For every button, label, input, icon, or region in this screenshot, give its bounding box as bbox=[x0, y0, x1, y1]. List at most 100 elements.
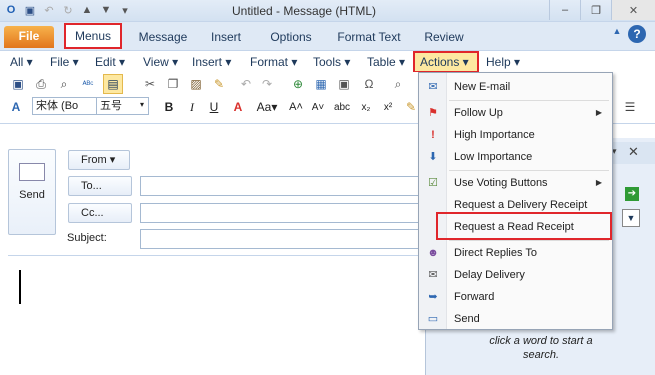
text-cursor bbox=[19, 270, 21, 304]
subscript-icon[interactable]: x₂ bbox=[358, 99, 374, 115]
numbering-icon[interactable]: ☰ bbox=[622, 99, 638, 115]
menu-file[interactable]: File ▾ bbox=[50, 54, 79, 70]
menu-item-direct-replies[interactable]: ☻ Direct Replies To bbox=[419, 242, 612, 264]
format-icon[interactable]: A bbox=[8, 99, 24, 115]
close-button[interactable]: ✕ bbox=[611, 0, 655, 20]
print-preview-icon[interactable]: ⌕ bbox=[56, 76, 72, 92]
hyperlink-icon[interactable]: ⊕ bbox=[290, 76, 306, 92]
menu-item-label: Forward bbox=[454, 291, 495, 303]
shrink-font-icon[interactable]: A˅ bbox=[310, 99, 326, 115]
message-body[interactable] bbox=[8, 255, 418, 375]
strikethrough-icon[interactable]: abc bbox=[334, 99, 350, 115]
zoom-icon[interactable]: ⌕ bbox=[390, 76, 406, 92]
redo-icon[interactable]: ↷ bbox=[259, 76, 275, 92]
undo-icon[interactable]: ↶ bbox=[238, 76, 254, 92]
restore-button[interactable]: ❐ bbox=[580, 0, 611, 20]
send-label: Send bbox=[19, 189, 45, 201]
tab-insert[interactable]: Insert bbox=[203, 27, 249, 47]
menu-item-label: High Importance bbox=[454, 129, 535, 141]
quick-access-toolbar: O ▣ ↶ ↻ ▲ ▼ ▾ bbox=[4, 3, 132, 17]
save-icon[interactable]: ▣ bbox=[10, 76, 26, 92]
menu-item-low-importance[interactable]: ⬇ Low Importance bbox=[419, 146, 612, 168]
underline-button[interactable]: U bbox=[206, 99, 222, 115]
menu-item-high-importance[interactable]: ! High Importance bbox=[419, 124, 612, 146]
menu-separator bbox=[449, 100, 609, 101]
menu-actions[interactable]: Actions ▾ bbox=[413, 51, 479, 73]
send-envelope-icon bbox=[19, 163, 45, 181]
tab-menus[interactable]: Menus bbox=[64, 23, 122, 49]
redo-icon[interactable]: ↻ bbox=[61, 3, 75, 17]
menu-edit[interactable]: Edit ▾ bbox=[95, 54, 125, 70]
help-icon[interactable]: ? bbox=[628, 25, 646, 43]
italic-button[interactable]: I bbox=[184, 99, 200, 115]
print-icon[interactable]: ⎙ bbox=[33, 76, 49, 92]
symbol-icon[interactable]: Ω bbox=[361, 76, 377, 92]
font-color-icon[interactable]: A bbox=[230, 99, 246, 115]
minimize-button[interactable]: – bbox=[549, 0, 580, 20]
menu-item-new-email[interactable]: ✉ New E-mail bbox=[419, 76, 612, 98]
menu-item-label: Send bbox=[454, 313, 480, 325]
bold-button[interactable]: B bbox=[161, 99, 177, 115]
to-field[interactable] bbox=[140, 176, 420, 196]
flag-icon: ⚑ bbox=[428, 107, 438, 119]
subject-label: Subject: bbox=[67, 232, 107, 244]
pane-close-icon[interactable]: ✕ bbox=[628, 144, 642, 160]
submenu-arrow-icon: ▶ bbox=[595, 108, 602, 117]
paste-icon[interactable]: ▨ bbox=[188, 76, 204, 92]
tab-message[interactable]: Message bbox=[133, 27, 193, 47]
outlook-logo-icon: O bbox=[6, 4, 16, 16]
menu-insert[interactable]: Insert ▾ bbox=[192, 54, 231, 70]
menu-help[interactable]: Help ▾ bbox=[486, 54, 520, 70]
superscript-icon[interactable]: x² bbox=[380, 99, 396, 115]
menu-item-forward[interactable]: ➥ Forward bbox=[419, 286, 612, 308]
save-icon[interactable]: ▣ bbox=[23, 3, 37, 17]
menu-separator bbox=[449, 240, 609, 241]
tab-review[interactable]: Review bbox=[418, 27, 470, 47]
menu-item-delay-delivery[interactable]: ✉ Delay Delivery bbox=[419, 264, 612, 286]
customize-qat-icon[interactable]: ▾ bbox=[118, 3, 132, 17]
go-search-icon[interactable]: ➔ bbox=[625, 187, 639, 201]
actions-dropdown-menu: ✉ New E-mail ⚑ Follow Up ▶ ! High Import… bbox=[418, 72, 613, 330]
copy-icon[interactable]: ❐ bbox=[165, 76, 181, 92]
cut-icon[interactable]: ✂ bbox=[142, 76, 158, 92]
voting-icon: ☑ bbox=[428, 177, 438, 189]
format-painter-icon[interactable]: ✎ bbox=[211, 76, 227, 92]
table-icon[interactable]: ▦ bbox=[313, 76, 329, 92]
pane-options-icon[interactable]: ▾ bbox=[612, 146, 626, 157]
menu-tools[interactable]: Tools ▾ bbox=[313, 54, 350, 70]
menu-item-voting-buttons[interactable]: ☑ Use Voting Buttons ▶ bbox=[419, 172, 612, 194]
classic-menu-bar: All ▾ File ▾ Edit ▾ View ▾ Insert ▾ Form… bbox=[0, 50, 655, 73]
spelling-icon[interactable]: ᴬᴮᶜ bbox=[80, 76, 96, 92]
menu-all[interactable]: All ▾ bbox=[10, 54, 33, 70]
insert-picture-icon[interactable]: ▣ bbox=[336, 76, 352, 92]
menu-item-label: New E-mail bbox=[454, 81, 511, 93]
menu-item-follow-up[interactable]: ⚑ Follow Up ▶ bbox=[419, 102, 612, 124]
cc-field[interactable] bbox=[140, 203, 420, 223]
change-case-icon[interactable]: Aa▾ bbox=[255, 99, 279, 115]
next-item-icon[interactable]: ▼ bbox=[99, 3, 113, 17]
address-book-icon[interactable]: ▤ bbox=[103, 74, 123, 94]
send-button[interactable]: Send bbox=[8, 149, 56, 235]
menu-format[interactable]: Format ▾ bbox=[250, 54, 297, 70]
source-dropdown-icon[interactable]: ▼ bbox=[622, 209, 640, 227]
menu-item-send[interactable]: ▭ Send bbox=[419, 308, 612, 330]
to-button[interactable]: To... bbox=[68, 176, 132, 196]
menu-item-label: Low Importance bbox=[454, 151, 533, 163]
minimize-ribbon-icon[interactable]: ▲ bbox=[609, 26, 625, 42]
from-button[interactable]: From ▾ bbox=[68, 150, 130, 170]
grow-font-icon[interactable]: A˄ bbox=[288, 99, 304, 115]
previous-item-icon[interactable]: ▲ bbox=[80, 3, 94, 17]
window-title: Untitled - Message (HTML) bbox=[232, 4, 377, 18]
cc-button[interactable]: Cc... bbox=[68, 203, 132, 223]
tab-file[interactable]: File bbox=[4, 26, 54, 48]
subject-field[interactable] bbox=[140, 229, 420, 249]
menu-view[interactable]: View ▾ bbox=[143, 54, 178, 70]
font-size-dropdown-icon[interactable]: ▾ bbox=[137, 97, 149, 115]
menu-table[interactable]: Table ▾ bbox=[367, 54, 405, 70]
undo-icon[interactable]: ↶ bbox=[42, 3, 56, 17]
tab-format-text[interactable]: Format Text bbox=[333, 27, 405, 47]
highlight-icon[interactable]: ✎ bbox=[403, 99, 419, 115]
forward-icon: ➥ bbox=[428, 291, 438, 303]
title-bar: O ▣ ↶ ↻ ▲ ▼ ▾ Untitled - Message (HTML) … bbox=[0, 0, 655, 22]
tab-options[interactable]: Options bbox=[262, 27, 320, 47]
